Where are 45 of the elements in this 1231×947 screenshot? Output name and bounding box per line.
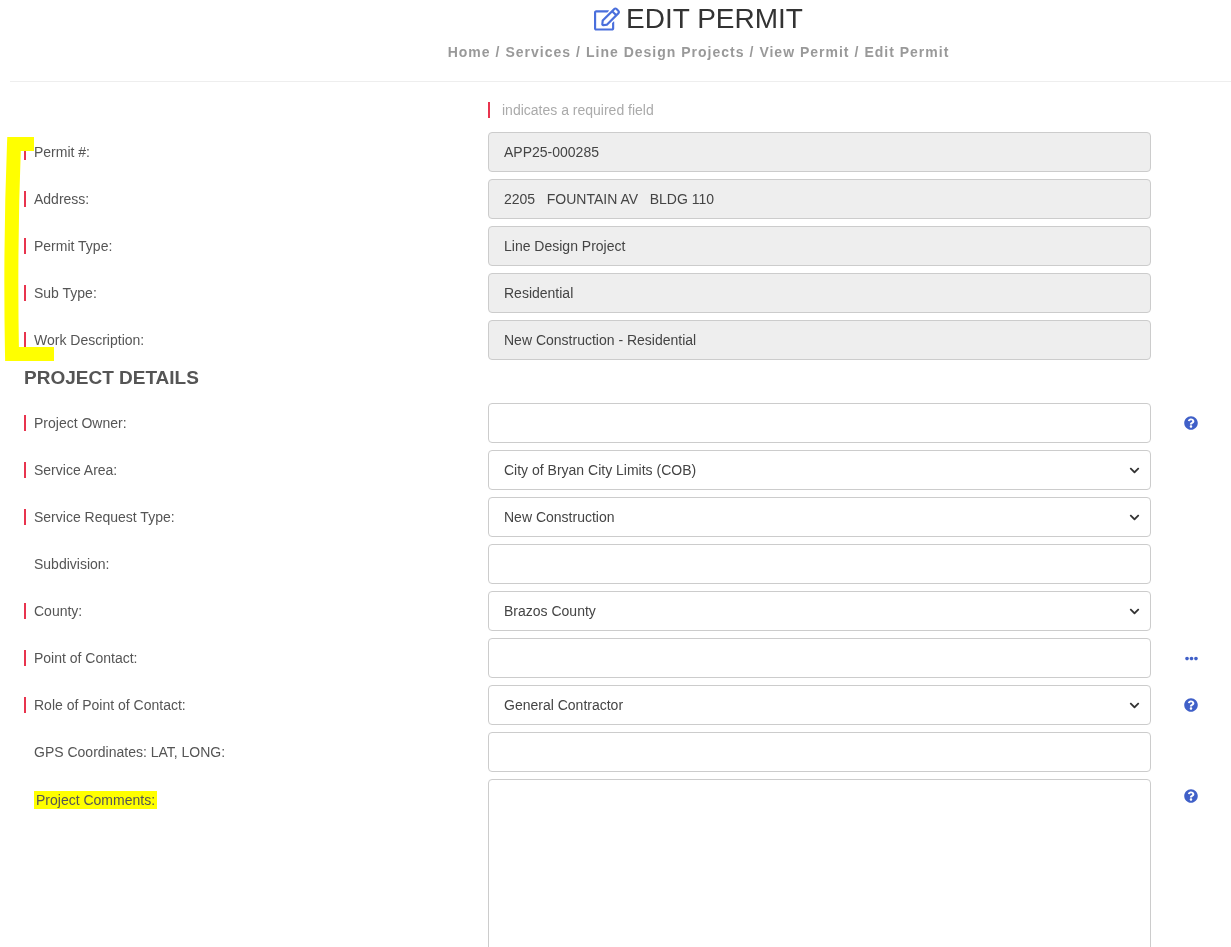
field-label: County: xyxy=(34,602,83,620)
field-label: Permit #: xyxy=(34,143,90,161)
field-label: Role of Point of Contact: xyxy=(34,696,186,714)
field-label: Sub Type: xyxy=(34,284,97,302)
input-field[interactable] xyxy=(488,638,1151,678)
readonly-field: Line Design Project xyxy=(488,226,1151,266)
breadcrumb-link[interactable]: Edit Permit xyxy=(864,44,950,60)
select-field[interactable]: General Contractor xyxy=(488,685,1151,725)
readonly-field: 2205 FOUNTAIN AV BLDG 110 xyxy=(488,179,1151,219)
breadcrumb-link[interactable]: Home xyxy=(447,44,491,60)
breadcrumb-separator: / xyxy=(495,44,501,60)
page-title: EDIT PERMIT xyxy=(626,2,803,36)
breadcrumb-link[interactable]: Line Design Projects xyxy=(586,44,745,60)
select-field[interactable]: New Construction xyxy=(488,497,1151,537)
field-label: Service Request Type: xyxy=(34,508,175,526)
select-field[interactable]: Brazos County xyxy=(488,591,1151,631)
select-field[interactable]: City of Bryan City Limits (COB) xyxy=(488,450,1151,490)
field-label: Project Comments: xyxy=(34,791,158,809)
breadcrumb-link[interactable]: Services xyxy=(505,44,572,60)
field-label: Project Owner: xyxy=(34,414,127,432)
readonly-field: Residential xyxy=(488,273,1151,313)
readonly-field: APP25-000285 xyxy=(488,132,1151,172)
field-label: GPS Coordinates: LAT, LONG: xyxy=(34,743,226,761)
breadcrumb-separator: / xyxy=(854,44,860,60)
field-label: Permit Type: xyxy=(34,237,113,255)
input-field[interactable] xyxy=(488,732,1151,772)
help-icon[interactable] xyxy=(1184,698,1198,712)
readonly-field: New Construction - Residential xyxy=(488,320,1151,360)
breadcrumb-separator: / xyxy=(576,44,581,60)
field-label: Address: xyxy=(34,190,90,208)
input-field[interactable] xyxy=(488,544,1151,584)
required-note: indicates a required field xyxy=(502,102,654,118)
comments-textarea[interactable] xyxy=(488,779,1151,947)
section-title: PROJECT DETAILS xyxy=(24,367,200,389)
breadcrumb-link[interactable]: View Permit xyxy=(759,44,850,60)
edit-icon xyxy=(594,6,621,32)
input-field[interactable] xyxy=(488,403,1151,443)
breadcrumb-separator: / xyxy=(749,44,755,60)
help-icon[interactable] xyxy=(1184,789,1198,803)
field-label: Subdivision: xyxy=(34,555,110,573)
field-label: Point of Contact: xyxy=(34,649,138,667)
help-icon[interactable] xyxy=(1184,416,1198,430)
field-label: Service Area: xyxy=(34,461,118,479)
field-label: Work Description: xyxy=(34,331,145,349)
required-marker xyxy=(488,102,490,118)
